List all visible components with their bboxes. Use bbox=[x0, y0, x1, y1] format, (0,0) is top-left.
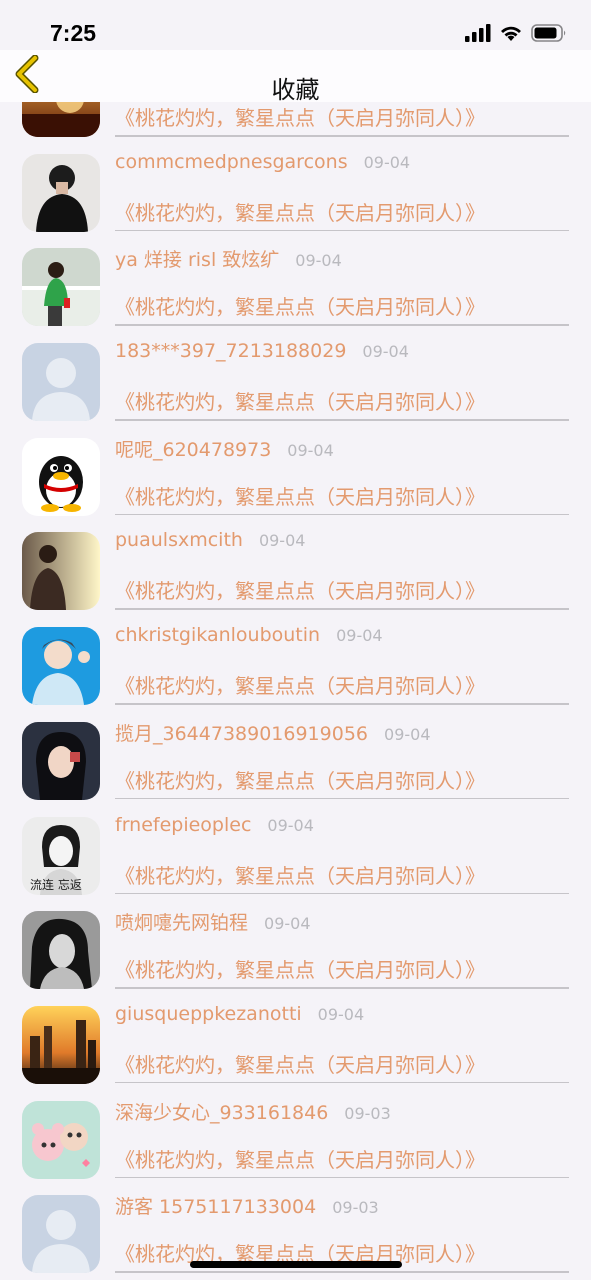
item-header: 揽月_36447389016919056 09-04 bbox=[115, 719, 431, 746]
item-header: commcmedpnesgarcons 09-04 bbox=[115, 151, 410, 173]
item-header: frnefepieoplec 09-04 bbox=[115, 814, 314, 836]
item-content[interactable]: 《桃花灼灼，繁星点点（天启月弥同人）》 bbox=[115, 481, 485, 510]
list-item[interactable]: 喷炯嚏先网铂程 09-04 《桃花灼灼，繁星点点（天启月弥同人）》 bbox=[0, 899, 591, 994]
user-name[interactable]: commcmedpnesgarcons bbox=[115, 151, 348, 173]
item-content[interactable]: 《桃花灼灼，繁星点点（天启月弥同人）》 bbox=[115, 765, 485, 794]
divider bbox=[115, 1176, 569, 1179]
status-bar: 7:25 bbox=[0, 0, 591, 50]
divider bbox=[115, 513, 569, 516]
user-name[interactable]: 游客 1575117133004 bbox=[115, 1196, 316, 1218]
item-content[interactable]: 《桃花灼灼，繁星点点（天启月弥同人）》 bbox=[115, 670, 485, 699]
battery-icon bbox=[531, 24, 567, 46]
avatar[interactable] bbox=[22, 1100, 100, 1179]
item-date: 09-04 bbox=[264, 914, 311, 934]
divider bbox=[115, 229, 569, 232]
item-header: 游客 1575117133004 09-03 bbox=[115, 1192, 379, 1219]
avatar[interactable] bbox=[22, 153, 100, 232]
item-content[interactable]: 《桃花灼灼，繁星点点（天启月弥同人）》 bbox=[115, 954, 485, 983]
item-content[interactable]: 《桃花灼灼，繁星点点（天启月弥同人）》 bbox=[115, 197, 485, 226]
item-content[interactable]: 《桃花灼灼，繁星点点（天启月弥同人）》 bbox=[115, 575, 485, 604]
item-header: puaulsxmcith 09-04 bbox=[115, 529, 305, 551]
signal-icon bbox=[465, 24, 491, 46]
home-indicator[interactable] bbox=[190, 1261, 402, 1268]
item-date: 09-04 bbox=[384, 724, 431, 744]
favorites-list-viewport[interactable]: 《桃花灼灼，繁星点点（天启月弥同人）》 commcmedpnesgarcons 0… bbox=[0, 102, 591, 1280]
status-time: 7:25 bbox=[50, 20, 97, 46]
user-name[interactable]: 揽月_36447389016919056 bbox=[115, 723, 368, 745]
item-date: 09-04 bbox=[363, 152, 411, 172]
avatar[interactable]: 流连 忘返 bbox=[22, 816, 100, 895]
item-header: 183***397_7213188029 09-04 bbox=[115, 340, 409, 362]
item-header: giusqueppkezanotti 09-04 bbox=[115, 1003, 364, 1025]
item-header: ya 烊接 risl 致炫纩 09-04 bbox=[115, 245, 342, 272]
user-name[interactable]: 呢呢_620478973 bbox=[115, 439, 271, 461]
user-name[interactable]: 深海少女心_933161846 bbox=[115, 1102, 328, 1124]
user-name[interactable]: 183***397_7213188029 bbox=[115, 340, 346, 362]
item-header: chkristgikanlouboutin 09-04 bbox=[115, 624, 383, 646]
list-item[interactable]: chkristgikanlouboutin 09-04 《桃花灼灼，繁星点点（天启… bbox=[0, 615, 591, 710]
item-content[interactable]: 《桃花灼灼，繁星点点（天启月弥同人）》 bbox=[115, 860, 485, 889]
list-item[interactable]: 《桃花灼灼，繁星点点（天启月弥同人）》 bbox=[0, 102, 591, 142]
avatar[interactable] bbox=[22, 532, 100, 611]
divider bbox=[115, 1081, 569, 1084]
user-name[interactable]: puaulsxmcith bbox=[115, 529, 243, 551]
item-header: 呢呢_620478973 09-04 bbox=[115, 435, 334, 462]
divider bbox=[115, 797, 569, 800]
avatar[interactable] bbox=[22, 248, 100, 327]
divider bbox=[115, 1271, 569, 1273]
list-item[interactable]: 深海少女心_933161846 09-03 《桃花灼灼，繁星点点（天启月弥同人）》 bbox=[0, 1089, 591, 1184]
item-header: 深海少女心_933161846 09-03 bbox=[115, 1098, 391, 1125]
avatar[interactable] bbox=[22, 343, 100, 422]
divider bbox=[115, 987, 569, 989]
avatar[interactable] bbox=[22, 437, 100, 516]
divider bbox=[115, 892, 569, 894]
item-date: 09-04 bbox=[362, 342, 409, 362]
item-content[interactable]: 《桃花灼灼，繁星点点（天启月弥同人）》 bbox=[115, 1049, 485, 1078]
divider bbox=[115, 324, 569, 326]
user-name[interactable]: frnefepieoplec bbox=[115, 814, 251, 836]
list-item[interactable]: 揽月_36447389016919056 09-04 《桃花灼灼，繁星点点（天启月… bbox=[0, 710, 591, 805]
item-header: 喷炯嚏先网铂程 09-04 bbox=[115, 908, 311, 935]
item-content[interactable]: 《桃花灼灼，繁星点点（天启月弥同人）》 bbox=[115, 386, 485, 415]
item-date: 09-04 bbox=[336, 626, 383, 646]
avatar-caption: 流连 忘返 bbox=[30, 877, 82, 892]
avatar[interactable] bbox=[22, 911, 100, 990]
divider bbox=[115, 135, 569, 137]
item-date: 09-04 bbox=[317, 1004, 365, 1024]
item-date: 09-03 bbox=[332, 1198, 379, 1218]
user-name[interactable]: 喷炯嚏先网铂程 bbox=[115, 912, 248, 934]
navigation-bar: 收藏 bbox=[0, 50, 591, 104]
avatar[interactable] bbox=[22, 627, 100, 706]
item-content[interactable]: 《桃花灼灼，繁星点点（天启月弥同人）》 bbox=[115, 291, 485, 320]
list-item[interactable]: giusqueppkezanotti 09-04 《桃花灼灼，繁星点点（天启月弥同… bbox=[0, 994, 591, 1089]
divider bbox=[115, 608, 569, 610]
avatar[interactable] bbox=[22, 102, 100, 137]
divider bbox=[115, 703, 569, 705]
list-item[interactable]: 183***397_7213188029 09-04 《桃花灼灼，繁星点点（天启月… bbox=[0, 331, 591, 426]
user-name[interactable]: chkristgikanlouboutin bbox=[115, 624, 320, 646]
favorites-list: 《桃花灼灼，繁星点点（天启月弥同人）》 commcmedpnesgarcons 0… bbox=[0, 102, 591, 1278]
list-item[interactable]: puaulsxmcith 09-04 《桃花灼灼，繁星点点（天启月弥同人）》 bbox=[0, 520, 591, 615]
avatar[interactable] bbox=[22, 1005, 100, 1084]
item-date: 09-04 bbox=[287, 440, 334, 460]
wifi-icon bbox=[499, 24, 523, 46]
avatar[interactable] bbox=[22, 721, 100, 800]
divider bbox=[115, 419, 569, 421]
list-item[interactable]: ya 烊接 risl 致炫纩 09-04 《桃花灼灼，繁星点点（天启月弥同人）》 bbox=[0, 236, 591, 331]
item-date: 09-03 bbox=[344, 1103, 391, 1123]
list-item[interactable]: commcmedpnesgarcons 09-04 《桃花灼灼，繁星点点（天启月弥… bbox=[0, 142, 591, 237]
list-item[interactable]: 呢呢_620478973 09-04 《桃花灼灼，繁星点点（天启月弥同人）》 bbox=[0, 426, 591, 521]
item-content[interactable]: 《桃花灼灼，繁星点点（天启月弥同人）》 bbox=[115, 102, 485, 131]
user-name[interactable]: ya 烊接 risl 致炫纩 bbox=[115, 249, 279, 271]
item-content[interactable]: 《桃花灼灼，繁星点点（天启月弥同人）》 bbox=[115, 1144, 485, 1173]
item-date: 09-04 bbox=[258, 531, 306, 551]
status-icons bbox=[465, 24, 567, 46]
list-item[interactable]: 流连 忘返 frnefepieoplec 09-04 《桃花灼灼，繁星点点（天启月… bbox=[0, 805, 591, 900]
user-name[interactable]: giusqueppkezanotti bbox=[115, 1003, 302, 1025]
item-date: 09-04 bbox=[295, 251, 342, 271]
item-date: 09-04 bbox=[267, 815, 314, 835]
avatar[interactable] bbox=[22, 1195, 100, 1274]
page-title: 收藏 bbox=[271, 76, 320, 104]
